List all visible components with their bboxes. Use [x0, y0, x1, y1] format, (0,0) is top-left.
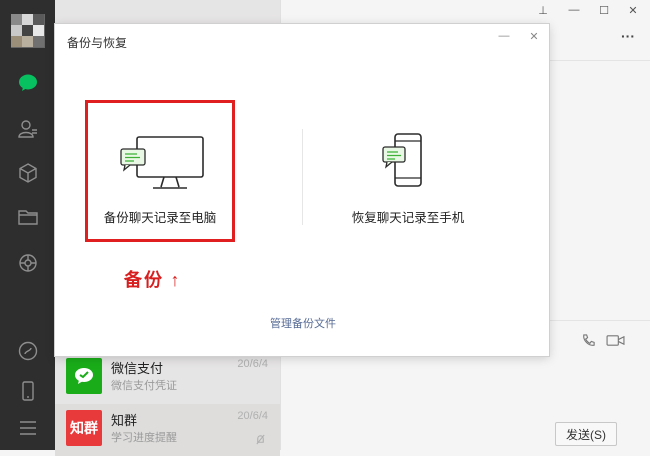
chat-icon[interactable] — [17, 72, 39, 94]
chat-preview: 学习进度提醒 — [111, 432, 177, 444]
restore-option-label: 恢复聊天记录至手机 — [351, 211, 465, 225]
video-call-icon[interactable] — [606, 333, 625, 351]
chat-name: 知群 — [111, 413, 138, 428]
pin-icon[interactable]: ⊥ — [535, 4, 551, 17]
restore-to-phone-option[interactable]: 恢复聊天记录至手机 — [333, 102, 483, 242]
wechat-pay-avatar-icon — [66, 358, 102, 394]
send-button[interactable]: 发送(S) — [555, 422, 617, 446]
voice-call-icon[interactable] — [581, 333, 596, 351]
phone-device-icon — [382, 133, 422, 187]
mute-bell-icon — [255, 434, 266, 448]
backup-annotation-text: 备份 ↑ — [124, 270, 182, 290]
chat-time: 20/6/4 — [237, 410, 268, 422]
chat-item-wechat-pay[interactable]: 微信支付 20/6/4 微信支付凭证 — [55, 352, 280, 404]
phone-icon[interactable] — [17, 380, 39, 402]
user-avatar[interactable] — [11, 14, 45, 48]
manage-backup-files-link[interactable]: 管理备份文件 — [270, 315, 336, 331]
chat-name: 微信支付 — [111, 361, 164, 376]
maximize-button[interactable]: ☐ — [596, 4, 612, 17]
mini-program-icon[interactable] — [17, 340, 39, 362]
zhiqun-avatar: 知群 — [66, 410, 102, 446]
menu-icon[interactable] — [17, 417, 39, 439]
dialog-close-button[interactable]: ✕ — [527, 30, 541, 43]
more-options-icon[interactable]: ··· — [621, 28, 635, 44]
chat-item-zhiqun[interactable]: 知群 知群 20/6/4 学习进度提醒 — [55, 404, 280, 456]
favorites-cube-icon[interactable] — [17, 162, 39, 184]
dialog-minimize-button[interactable]: — — [497, 30, 511, 42]
folder-icon[interactable] — [17, 206, 39, 228]
minimize-button[interactable]: — — [566, 4, 582, 16]
contacts-icon[interactable] — [17, 118, 39, 140]
close-button[interactable]: ✕ — [625, 4, 641, 17]
highlight-annotation-box — [85, 100, 235, 242]
dialog-title: 备份与恢复 — [67, 36, 128, 50]
sidebar — [0, 0, 55, 450]
options-divider — [302, 129, 303, 225]
moments-icon[interactable] — [17, 252, 39, 274]
chat-time: 20/6/4 — [237, 358, 268, 370]
chat-preview: 微信支付凭证 — [111, 380, 177, 392]
